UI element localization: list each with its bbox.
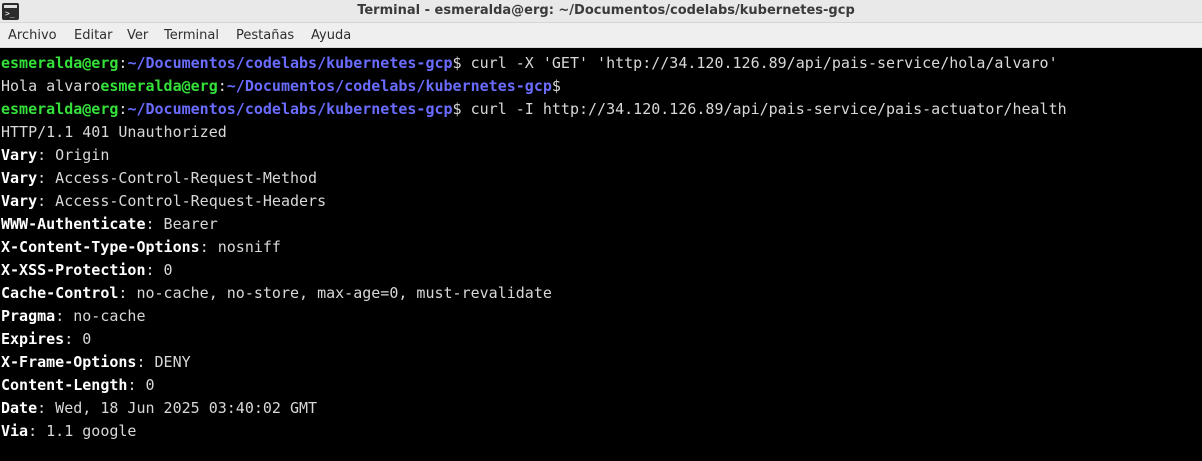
header-value: : Access-Control-Request-Method — [37, 169, 318, 187]
command-line-1: esmeralda@erg:~/Documentos/codelabs/kube… — [1, 52, 1058, 75]
header-key: WWW-Authenticate — [1, 215, 146, 233]
output-text: Hola alvaro — [1, 77, 101, 95]
prompt-dollar: $ — [452, 54, 462, 72]
header-value: : DENY — [136, 353, 191, 371]
header-key: Cache-Control — [1, 284, 119, 302]
header-value: : 1.1 google — [28, 422, 137, 440]
header-key: Pragma — [1, 307, 56, 325]
header-line: X-Frame-Options: DENY — [1, 351, 191, 374]
prompt-path: ~/Documentos/codelabs/kubernetes-gcp — [226, 77, 552, 95]
header-key: Date — [1, 399, 38, 417]
header-line: Date: Wed, 18 Jun 2025 03:40:02 GMT — [1, 397, 317, 420]
header-value: : 0 — [64, 330, 92, 348]
header-key: Content-Length — [1, 376, 128, 394]
prompt-path: ~/Documentos/codelabs/kubernetes-gcp — [127, 54, 453, 72]
header-line: X-Content-Type-Options: nosniff — [1, 236, 281, 259]
header-value: : no-cache, no-store, max-age=0, must-re… — [118, 284, 552, 302]
menu-terminal[interactable]: Terminal — [164, 23, 219, 47]
header-line: Cache-Control: no-cache, no-store, max-a… — [1, 282, 552, 305]
prompt-user-host: esmeralda@erg — [100, 77, 218, 95]
menu-ayuda[interactable]: Ayuda — [311, 23, 351, 47]
header-key: Via — [1, 422, 29, 440]
prompt-colon: : — [217, 77, 227, 95]
header-line: Pragma: no-cache — [1, 305, 146, 328]
title-bar[interactable]: >_ Terminal - esmeralda@erg: ~/Documento… — [0, 0, 1202, 23]
command-text: curl -X 'GET' 'http://34.120.126.89/api/… — [461, 54, 1058, 72]
window-title: Terminal - esmeralda@erg: ~/Documentos/c… — [357, 3, 855, 18]
header-key: X-Content-Type-Options — [1, 238, 200, 256]
header-line: Expires: 0 — [1, 328, 91, 351]
menu-bar: Archivo Editar Ver Terminal Pestañas Ayu… — [0, 23, 1202, 48]
header-value: : Origin — [37, 146, 110, 164]
command-line-3: esmeralda@erg:~/Documentos/codelabs/kube… — [1, 98, 1067, 121]
header-line: Via: 1.1 google — [1, 420, 136, 443]
header-key: Vary — [1, 146, 38, 164]
header-key: Vary — [1, 169, 38, 187]
header-value: : Wed, 18 Jun 2025 03:40:02 GMT — [37, 399, 318, 417]
prompt-path: ~/Documentos/codelabs/kubernetes-gcp — [127, 100, 453, 118]
menu-editar[interactable]: Editar — [74, 23, 113, 47]
http-status-line: HTTP/1.1 401 Unauthorized — [1, 121, 227, 144]
header-line: Content-Length: 0 — [1, 374, 155, 397]
header-line: Vary: Access-Control-Request-Method — [1, 167, 317, 190]
menu-archivo[interactable]: Archivo — [8, 23, 57, 47]
header-value: : 0 — [145, 261, 173, 279]
header-value: : no-cache — [55, 307, 146, 325]
header-line: WWW-Authenticate: Bearer — [1, 213, 218, 236]
header-line: Vary: Origin — [1, 144, 109, 167]
status-text: HTTP/1.1 401 Unauthorized — [1, 123, 227, 141]
header-key: X-Frame-Options — [1, 353, 137, 371]
prompt-dollar: $ — [551, 77, 561, 95]
terminal-window: >_ Terminal - esmeralda@erg: ~/Documento… — [0, 0, 1202, 461]
terminal-output[interactable]: esmeralda@erg:~/Documentos/codelabs/kube… — [1, 52, 1201, 461]
header-key: Expires — [1, 330, 65, 348]
command-line-2: Hola alvaroesmeralda@erg:~/Documentos/co… — [1, 75, 561, 98]
header-value: : Access-Control-Request-Headers — [37, 192, 327, 210]
menu-ver[interactable]: Ver — [127, 23, 148, 47]
prompt-user-host: esmeralda@erg — [1, 54, 119, 72]
menu-pestanas[interactable]: Pestañas — [236, 23, 294, 47]
command-text: curl -I http://34.120.126.89/api/pais-se… — [461, 100, 1067, 118]
prompt-user-host: esmeralda@erg — [1, 100, 119, 118]
header-line: X-XSS-Protection: 0 — [1, 259, 173, 282]
header-value: : 0 — [127, 376, 155, 394]
header-line: Vary: Access-Control-Request-Headers — [1, 190, 326, 213]
header-value: : nosniff — [199, 238, 281, 256]
prompt-dollar: $ — [452, 100, 462, 118]
header-value: : Bearer — [145, 215, 218, 233]
header-key: Vary — [1, 192, 38, 210]
header-key: X-XSS-Protection — [1, 261, 146, 279]
